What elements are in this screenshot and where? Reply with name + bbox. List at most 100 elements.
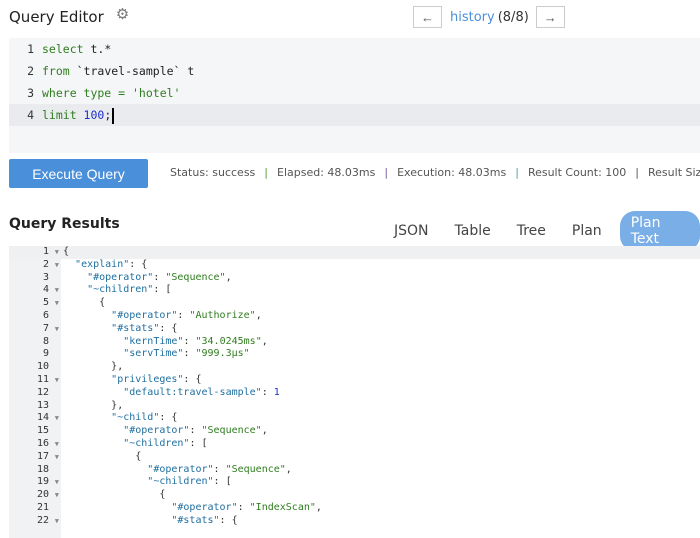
tab-table[interactable]: Table — [455, 219, 491, 243]
result-line: 17 ▼ { — [9, 451, 700, 464]
history-link[interactable]: history — [450, 10, 495, 25]
line-number: 18 — [9, 464, 61, 477]
json-string: "Sequence" — [165, 271, 226, 283]
fold-toggle-icon[interactable]: ▼ — [55, 246, 59, 259]
gear-icon[interactable]: ⚙ — [116, 6, 131, 22]
line-number: 7 ▼ — [9, 323, 61, 336]
line-number: 19 ▼ — [9, 476, 61, 489]
fold-toggle-icon[interactable]: ▼ — [55, 451, 59, 464]
json-punct: : { — [183, 373, 202, 385]
tab-plan[interactable]: Plan — [572, 219, 602, 243]
result-line-code: "~child": { — [61, 412, 177, 425]
fold-toggle-icon[interactable]: ▼ — [55, 412, 59, 425]
fold-toggle-icon[interactable]: ▼ — [55, 489, 59, 502]
line-number-text: 5 — [42, 297, 49, 309]
json-key: "~children" — [123, 437, 190, 449]
result-line: 14 ▼ "~child": { — [9, 412, 700, 425]
status-separator: | — [384, 166, 389, 179]
result-line-code: { — [61, 489, 165, 502]
json-string: "34.0245ms" — [195, 335, 262, 347]
editor-line-code[interactable]: from `travel-sample` t — [42, 60, 194, 82]
line-number-text: 21 — [36, 501, 49, 513]
history-prev-button[interactable]: ← — [413, 6, 442, 28]
history-nav: ← history (8/8) → — [413, 6, 565, 28]
editor-line-code[interactable]: select t.* — [42, 38, 111, 60]
json-punct: : { — [159, 412, 178, 424]
json-punct: , — [225, 271, 232, 283]
json-key: "servTime" — [123, 348, 184, 360]
line-number-text: 17 — [36, 450, 49, 462]
line-number: 10 — [9, 361, 61, 374]
json-key: "explain" — [75, 258, 130, 270]
json-punct: : { — [129, 258, 148, 270]
line-number: 15 — [9, 425, 61, 438]
result-line-code: { — [61, 246, 69, 259]
line-number: 12 — [9, 387, 61, 400]
fold-toggle-icon[interactable]: ▼ — [55, 297, 59, 310]
json-punct: , — [261, 425, 268, 437]
fold-toggle-icon[interactable]: ▼ — [55, 259, 59, 272]
line-number: 17 ▼ — [9, 451, 61, 464]
results-view-tabs: JSON Table Tree Plan Plan Text — [394, 211, 700, 251]
line-number-text: 11 — [36, 373, 49, 385]
code-token: `travel-sample` t — [76, 64, 195, 78]
json-key: "kernTime" — [123, 335, 184, 347]
json-punct: { — [135, 450, 142, 462]
line-number-text: 8 — [42, 335, 49, 347]
result-line-code: "servTime": "999.3µs" — [61, 348, 249, 361]
history-next-button[interactable]: → — [535, 6, 565, 28]
json-punct: : — [189, 425, 202, 437]
query-results-title: Query Results — [9, 216, 120, 232]
fold-toggle-icon[interactable]: ▼ — [55, 374, 59, 387]
json-punct: { — [63, 246, 70, 257]
editor-line[interactable]: 4 limit 100; — [9, 104, 700, 126]
status-item: Result Size: 78 — [648, 166, 700, 179]
history-count: (8/8) — [497, 9, 529, 25]
result-line-code: "~children": [ — [61, 284, 171, 297]
status-item: Execution: 48.03ms — [397, 166, 507, 179]
json-key: "~children" — [87, 284, 154, 296]
result-line-code: "#operator": "Authorize", — [61, 310, 262, 323]
tab-json[interactable]: JSON — [394, 219, 429, 243]
editor-line-code[interactable]: where type = 'hotel' — [42, 82, 180, 104]
json-number: 1 — [273, 386, 280, 398]
line-number-text: 15 — [36, 425, 49, 437]
json-key: "~children" — [147, 476, 214, 488]
fold-toggle-icon[interactable]: ▼ — [55, 476, 59, 489]
result-line: 4 ▼ "~children": [ — [9, 284, 700, 297]
code-token: t.* — [90, 42, 112, 56]
execute-query-button[interactable]: Execute Query — [9, 159, 148, 188]
line-number: 8 — [9, 336, 61, 349]
fold-toggle-icon[interactable]: ▼ — [55, 323, 59, 336]
line-number-text: 6 — [42, 309, 49, 321]
fold-toggle-icon[interactable]: ▼ — [55, 284, 59, 297]
query-editor[interactable]: 1 select t.* 2 from `travel-sample` t 3 where… — [9, 38, 700, 153]
json-punct: : — [183, 335, 196, 347]
editor-line[interactable]: 1 select t.* — [9, 38, 700, 60]
line-number-text: 19 — [36, 476, 49, 488]
tab-tree[interactable]: Tree — [517, 219, 546, 243]
status-separator: | — [515, 166, 519, 179]
result-line-code: "#operator": "IndexScan", — [61, 502, 322, 515]
result-line-code: "~children": [ — [61, 437, 207, 451]
result-line: 8 "kernTime": "34.0245ms", — [9, 336, 700, 349]
result-line-code: "~children": [ — [61, 476, 232, 489]
line-number-text: 16 — [36, 437, 49, 449]
line-number: 21 — [9, 502, 61, 515]
result-line-code: "explain": { — [61, 259, 147, 272]
tab-plan-text[interactable]: Plan Text — [619, 211, 700, 251]
fold-toggle-icon[interactable]: ▼ — [55, 438, 59, 451]
editor-line[interactable]: 3 where type = 'hotel' — [9, 82, 700, 104]
results-viewer[interactable]: 1 ▼{2 ▼ "explain": {3 "#operator": "Sequen… — [9, 246, 700, 538]
json-punct: : [ — [213, 476, 232, 488]
json-punct: : { — [219, 514, 238, 526]
editor-line-code[interactable]: limit 100; — [42, 104, 115, 126]
line-number: 5 ▼ — [9, 297, 61, 310]
editor-line[interactable]: 2 from `travel-sample` t — [9, 60, 700, 82]
fold-toggle-icon[interactable]: ▼ — [55, 515, 59, 528]
line-number: 20 ▼ — [9, 489, 61, 502]
line-number-text: 2 — [42, 258, 49, 270]
line-number: 2 ▼ — [9, 259, 61, 272]
json-punct: { — [99, 297, 106, 309]
line-number: 16 ▼ — [9, 438, 61, 451]
